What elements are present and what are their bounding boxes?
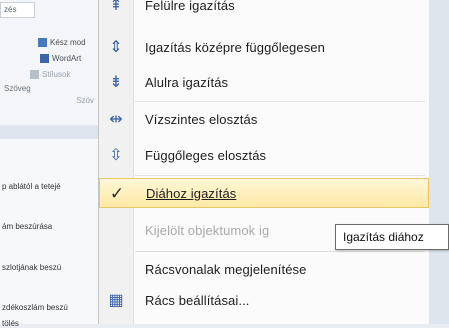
menu-item-distribute-horizontal[interactable]: ⇹ Vízszintes elosztás [99, 104, 429, 134]
align-bottom-icon: ⇟ [109, 74, 123, 91]
menu-item-align-to-slide[interactable]: ✓ Diához igazítás [99, 178, 429, 208]
ribbon-tab[interactable]: zés [0, 2, 35, 18]
menu-item-align-bottom[interactable]: ⇟ Alulra igazítás [99, 67, 429, 97]
ribbon-panel: zés Kész mod WordArt Stílusok Szöveg Szö… [0, 0, 99, 125]
ribbon-item-label: WordArt [52, 54, 82, 63]
distribute-horizontal-icon: ⇹ [109, 111, 123, 128]
document-row[interactable]: szlotjának beszú [2, 263, 96, 272]
align-context-menu: ⇞ Felülre igazítás ⇕ Igazítás középre fü… [98, 0, 429, 324]
menu-item-label: Függőleges elosztás [145, 147, 267, 163]
ribbon-item-label: Kész mod [50, 38, 86, 47]
ribbon-item-label: Stílusok [42, 70, 71, 79]
tooltip: Igazítás diához [335, 224, 449, 250]
grid-icon: ▦ [108, 292, 124, 309]
menu-item-label: Vízszintes elosztás [145, 111, 258, 127]
ribbon-item-wordart[interactable]: WordArt [40, 54, 81, 63]
align-middle-icon: ⇕ [109, 39, 123, 56]
menu-item-grid-settings[interactable]: ▦ Rács beállításai... [99, 285, 429, 315]
styles-icon [30, 70, 39, 79]
document-row[interactable]: ám beszúrása [2, 222, 96, 231]
menu-item-align-top[interactable]: ⇞ Felülre igazítás [99, 0, 429, 20]
menu-item-label: Diához igazítás [146, 185, 237, 201]
checkmark-icon: ✓ [109, 184, 125, 203]
ribbon-group-label: Szöv [76, 96, 94, 105]
menu-item-align-middle[interactable]: ⇕ Igazítás középre függőlegesen [99, 32, 429, 62]
menu-separator [135, 251, 425, 252]
menu-item-distribute-vertical[interactable]: ⇳ Függőleges elosztás [99, 140, 429, 170]
document-area: p ablától a tetejé ám beszúrása szlotján… [0, 125, 99, 328]
menu-item-show-gridlines[interactable]: Rácsvonalak megjelenítése [99, 254, 429, 284]
tooltip-text: Igazítás diához [343, 230, 424, 244]
menu-item-label: Felülre igazítás [145, 0, 235, 13]
menu-item-label: Rács beállításai... [145, 292, 250, 308]
quick-styles-icon [38, 38, 47, 47]
ribbon-item-quick-styles[interactable]: Kész mod [38, 38, 86, 47]
menu-item-label: Rácsvonalak megjelenítése [145, 261, 307, 277]
document-row[interactable]: p ablától a tetejé [2, 182, 96, 191]
window-right-edge [429, 0, 449, 324]
document-row[interactable]: zdékoszlám beszú [2, 303, 96, 312]
wordart-icon [40, 54, 49, 63]
menu-separator [135, 101, 425, 102]
menu-item-label: Igazítás középre függőlegesen [145, 39, 325, 55]
menu-separator [135, 175, 425, 176]
distribute-vertical-icon: ⇳ [109, 147, 123, 164]
menu-item-label: Alulra igazítás [145, 74, 229, 90]
ribbon-item-styles[interactable]: Stílusok [30, 70, 70, 79]
ribbon-mini-text: Szöveg [4, 84, 31, 93]
menu-item-label: Kijelölt objektumok ig [145, 222, 270, 238]
align-top-icon: ⇞ [109, 0, 123, 14]
document-header-bar [0, 125, 98, 139]
